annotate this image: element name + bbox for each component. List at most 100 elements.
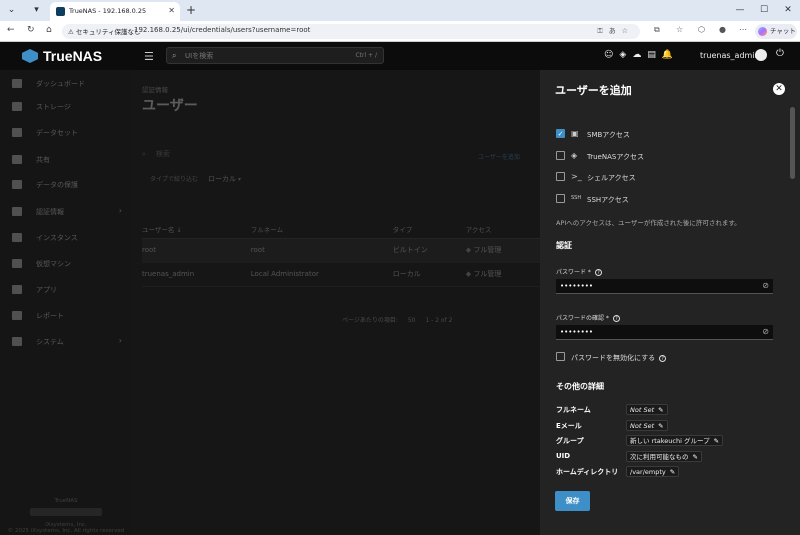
sidebar-item-storage[interactable]: ストレージ [0, 97, 132, 117]
new-tab-icon[interactable]: + [186, 3, 196, 17]
sidebar-item-vms[interactable]: 仮想マシン [0, 254, 132, 274]
topbar-icons: ☺◈☁▤🔔 [604, 50, 679, 60]
panel-scrollbar[interactable] [790, 107, 795, 179]
back-icon[interactable]: ← [7, 25, 15, 35]
shares-icon [12, 155, 22, 164]
breadcrumb[interactable]: 認証情報 [142, 84, 168, 94]
detail-key-group: グループ [556, 437, 584, 445]
sidebar-item-reports[interactable]: レポート [0, 306, 132, 326]
vertical-tabs-icon[interactable]: ▾ [30, 4, 43, 17]
detail-value-email[interactable]: Not Set ✎ [626, 420, 668, 431]
ssh-access-label: SSHアクセス [587, 196, 629, 204]
password-confirm-label: パスワードの確認 *? [556, 313, 620, 322]
shield-icon [12, 180, 22, 189]
sidebar-item-dashboard[interactable]: ダッシュボード [0, 74, 132, 94]
footer-name: TrueNAS [54, 498, 78, 504]
chevron-right-icon: › [118, 206, 122, 215]
users-page: 認証情報 ユーザー ⌕ 検索 ユーザーを追加 タイプで絞り込む ローカル ▾ ユーザ… [132, 70, 540, 535]
jobs-icon[interactable]: ▤ [647, 50, 662, 60]
truenas-access-label: TrueNASアクセス [587, 153, 644, 161]
help-icon[interactable]: ? [659, 354, 667, 362]
panel-title: ユーザーを追加 [555, 84, 632, 97]
detail-key-email: Eメール [556, 422, 582, 430]
truenas-access-checkbox[interactable] [556, 151, 565, 160]
sidebar-item-system[interactable]: システム › [0, 332, 132, 352]
close-icon[interactable]: ✕ [773, 83, 785, 95]
users-search-input[interactable]: ⌕ 検索 [142, 149, 170, 159]
password-input[interactable]: •••••••• ⊘ [556, 279, 773, 294]
detail-key-fullname: フルネーム [556, 406, 591, 414]
col-username[interactable]: ユーザー名 ↓ [142, 220, 251, 239]
shell-access-checkbox[interactable] [556, 172, 565, 181]
help-icon[interactable]: ? [594, 269, 602, 276]
add-user-button[interactable]: ユーザーを追加 [478, 152, 520, 161]
ssh-access-checkbox[interactable] [556, 194, 565, 203]
type-filter[interactable]: タイプで絞り込む ローカル ▾ [150, 174, 241, 184]
refresh-icon[interactable]: ↻ [27, 25, 35, 35]
user-menu-icon[interactable] [755, 49, 767, 61]
save-button[interactable]: 保存 [555, 491, 590, 511]
edit-icon[interactable]: ✎ [658, 422, 663, 430]
edit-icon[interactable]: ✎ [658, 406, 663, 414]
storage-icon [12, 102, 22, 111]
edit-icon[interactable]: ✎ [670, 468, 675, 476]
sidebar-item-apps[interactable]: アプリ [0, 280, 132, 300]
table-row[interactable]: root root ビルトイン フル管理 [142, 238, 540, 263]
split-screen-icon[interactable]: ⧉ [654, 25, 660, 35]
truenas-icon: ◈ [571, 151, 578, 160]
truecommand-icon[interactable]: ◈ [619, 50, 632, 60]
sidebar-footer: TrueNAS iXsystems, Inc. © 2025 iXsystems… [0, 498, 132, 534]
table-row[interactable]: truenas_admin Local Administrator ローカル フ… [142, 262, 540, 287]
sidebar-item-credentials[interactable]: 認証情報 › [0, 202, 132, 222]
close-window-icon[interactable]: ✕ [776, 0, 800, 21]
copilot-chat-button[interactable]: チャット [755, 24, 797, 39]
smb-access-label: SMBアクセス [587, 131, 630, 139]
menu-toggle-icon[interactable]: ☰ [144, 50, 154, 63]
feedback-icon[interactable]: ☺ [604, 50, 619, 60]
password-label: パスワード *? [556, 267, 602, 276]
search-icon: ⌕ [172, 51, 177, 60]
browser-tab-bar: ⌄ ▾ TrueNAS - 192.168.0.25 ✕ + — ☐ ✕ [0, 0, 800, 21]
profile-icon[interactable]: ● [719, 25, 726, 34]
smb-access-checkbox[interactable]: ✓ [556, 129, 565, 138]
browser-tab[interactable]: TrueNAS - 192.168.0.25 ✕ [50, 2, 180, 21]
extensions-icon[interactable]: ⬡ [698, 25, 705, 34]
smb-icon: ▣ [571, 129, 579, 138]
truenas-logo[interactable]: TrueNAS [22, 48, 102, 64]
col-type: タイプ [392, 220, 466, 239]
key-icon [12, 207, 22, 216]
detail-value-fullname[interactable]: Not Set ✎ [626, 404, 668, 415]
ssh-icon: SSH [571, 195, 582, 201]
visibility-off-icon[interactable]: ⊘ [762, 281, 769, 290]
favorites-icon[interactable]: ☆ [676, 25, 683, 34]
notifications-icon[interactable]: 🔔 [662, 50, 679, 60]
translate-icon: あ [608, 27, 622, 35]
edit-icon[interactable]: ✎ [693, 453, 698, 461]
visibility-off-icon[interactable]: ⊘ [762, 327, 769, 336]
url-text: 192.168.0.25/ui/credentials/users?userna… [134, 26, 311, 34]
maximize-icon[interactable]: ☐ [752, 0, 776, 21]
ui-search-input[interactable]: ⌕ UIを検索 Ctrl + / [166, 47, 384, 64]
detail-value-uid[interactable]: 次に利用可能なもの ✎ [626, 451, 702, 462]
home-icon[interactable]: ⌂ [46, 25, 52, 35]
page-size-select[interactable]: 50 [408, 317, 416, 324]
sidebar-item-shares[interactable]: 共有 [0, 150, 132, 170]
favorite-icon: ☆ [621, 27, 634, 35]
truenas-connect-icon[interactable]: ☁ [632, 50, 647, 60]
detail-value-home[interactable]: /var/empty ✎ [626, 466, 680, 477]
detail-value-group[interactable]: 新しい rtakeuchi グループ ✎ [626, 435, 724, 446]
power-icon[interactable]: ⏻ [776, 48, 784, 59]
sidebar-item-data-protection[interactable]: データの保護 [0, 175, 132, 195]
close-tab-icon[interactable]: ✕ [168, 6, 175, 15]
url-field[interactable]: ⚠ セキュリティ保護なし 192.168.0.25/ui/credentials… [62, 24, 640, 39]
sidebar-item-instances[interactable]: インスタンス [0, 228, 132, 248]
minimize-icon[interactable]: — [728, 0, 752, 21]
disable-password-checkbox[interactable] [556, 352, 565, 361]
help-icon[interactable]: ? [612, 315, 620, 322]
edit-icon[interactable]: ✎ [714, 437, 719, 445]
password-confirm-input[interactable]: •••••••• ⊘ [556, 325, 773, 340]
tab-list-icon[interactable]: ⌄ [5, 4, 18, 17]
more-icon[interactable]: ⋯ [739, 25, 747, 34]
sidebar-item-datasets[interactable]: データセット [0, 123, 132, 143]
security-warning[interactable]: ⚠ セキュリティ保護なし [68, 26, 141, 36]
